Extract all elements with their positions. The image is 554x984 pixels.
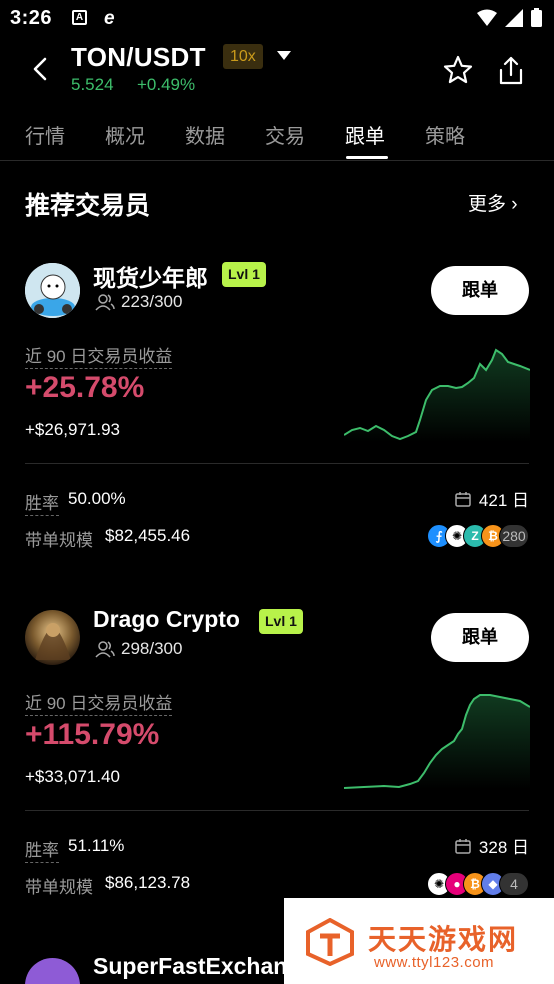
watermark-url: www.ttyl123.com — [374, 954, 495, 971]
follow-button[interactable]: 跟单 — [431, 613, 529, 662]
battery-icon — [531, 8, 542, 27]
more-link[interactable]: 更多 › — [468, 189, 518, 216]
earnings-usd: +$26,971.93 — [25, 420, 121, 439]
price-change: +0.49% — [137, 75, 196, 94]
tab-trade[interactable]: 交易 — [265, 120, 305, 149]
aum-value: $82,455.46 — [105, 526, 191, 545]
followers-value: 298/300 — [121, 639, 183, 658]
followers-count: 223/300 — [95, 292, 182, 312]
tab-overview[interactable]: 概况 — [105, 120, 145, 149]
pnl-sparkline — [344, 694, 530, 789]
watermark-overlay: 天天游戏网 www.ttyl123.com — [284, 898, 554, 984]
earnings-usd: +$33,071.40 — [25, 767, 121, 786]
tab-strategy[interactable]: 策略 — [425, 120, 465, 149]
tab-bar: 行情 概况 数据 交易 跟单 策略 — [0, 108, 554, 161]
win-rate-value: 51.11% — [68, 836, 125, 855]
active-tab-indicator — [346, 156, 388, 159]
coin-count-badge: 280 — [499, 524, 529, 548]
avatar[interactable] — [25, 958, 80, 984]
followers-count: 298/300 — [95, 639, 182, 659]
share-icon[interactable] — [495, 54, 527, 86]
win-rate-label: 胜率 — [25, 489, 59, 516]
trader-avatar-image — [25, 610, 80, 665]
status-time: 3:26 — [10, 7, 53, 29]
level-badge: Lvl 1 — [259, 609, 303, 634]
caret-down-icon[interactable] — [276, 50, 292, 62]
tab-copy-trading[interactable]: 跟单 — [345, 120, 385, 149]
trading-days-value: 328 日 — [478, 838, 529, 857]
divider — [25, 810, 529, 811]
divider — [25, 463, 529, 464]
notification-a-icon: A — [72, 10, 87, 25]
coin-count-badge: 4 — [499, 872, 529, 896]
browser-e-icon: e — [104, 8, 115, 29]
avatar[interactable] — [25, 610, 80, 665]
trader-name[interactable]: Drago Crypto — [93, 606, 240, 633]
aum-label: 带单规模 — [25, 531, 93, 550]
follow-button[interactable]: 跟单 — [431, 266, 529, 315]
star-icon[interactable] — [442, 54, 474, 86]
level-badge: Lvl 1 — [222, 262, 266, 287]
win-rate-label: 胜率 — [25, 836, 59, 863]
watermark-title: 天天游戏网 — [368, 924, 519, 955]
users-icon — [95, 294, 115, 311]
earnings-percent: +115.79% — [25, 718, 160, 751]
top-bar: TON/USDT 10x 5.524 +0.49% — [0, 38, 554, 100]
trading-pair-title[interactable]: TON/USDT — [71, 42, 206, 73]
earnings-label: 近 90 日交易员收益 — [25, 689, 173, 716]
trading-days: 421 日 — [455, 486, 529, 511]
trader-avatar-image — [25, 263, 80, 318]
earnings-label: 近 90 日交易员收益 — [25, 342, 173, 369]
wifi-icon — [477, 9, 497, 26]
signal-icon — [505, 8, 523, 27]
trading-days-value: 421 日 — [478, 491, 529, 510]
calendar-icon — [455, 491, 471, 507]
watermark-logo-icon — [306, 918, 354, 966]
status-bar: 3:26 A e — [0, 0, 554, 36]
last-price: 5.524 — [71, 75, 114, 94]
tab-data[interactable]: 数据 — [185, 120, 225, 149]
status-icons — [477, 8, 542, 27]
aum-label: 带单规模 — [25, 878, 93, 897]
tab-market[interactable]: 行情 — [25, 120, 65, 149]
back-arrow-icon[interactable] — [28, 56, 54, 82]
users-icon — [95, 641, 115, 658]
win-rate-value: 50.00% — [68, 489, 126, 508]
calendar-icon — [455, 838, 471, 854]
followers-value: 223/300 — [121, 292, 183, 311]
leverage-badge: 10x — [223, 44, 263, 69]
aum-value: $86,123.78 — [105, 873, 191, 892]
trader-name[interactable]: 现货少年郎 — [93, 259, 208, 293]
trading-days: 328 日 — [455, 833, 529, 858]
earnings-percent: +25.78% — [25, 371, 145, 404]
trader-name[interactable]: SuperFastExchange — [93, 953, 314, 980]
coin-list[interactable]: ✺ ● ₿ ◆ 4 — [427, 872, 529, 896]
section-title: 推荐交易员 — [25, 192, 151, 220]
avatar[interactable] — [25, 263, 80, 318]
coin-list[interactable]: ⨍ ✺ Z ₿ 280 — [427, 524, 529, 548]
pnl-sparkline — [344, 348, 530, 442]
